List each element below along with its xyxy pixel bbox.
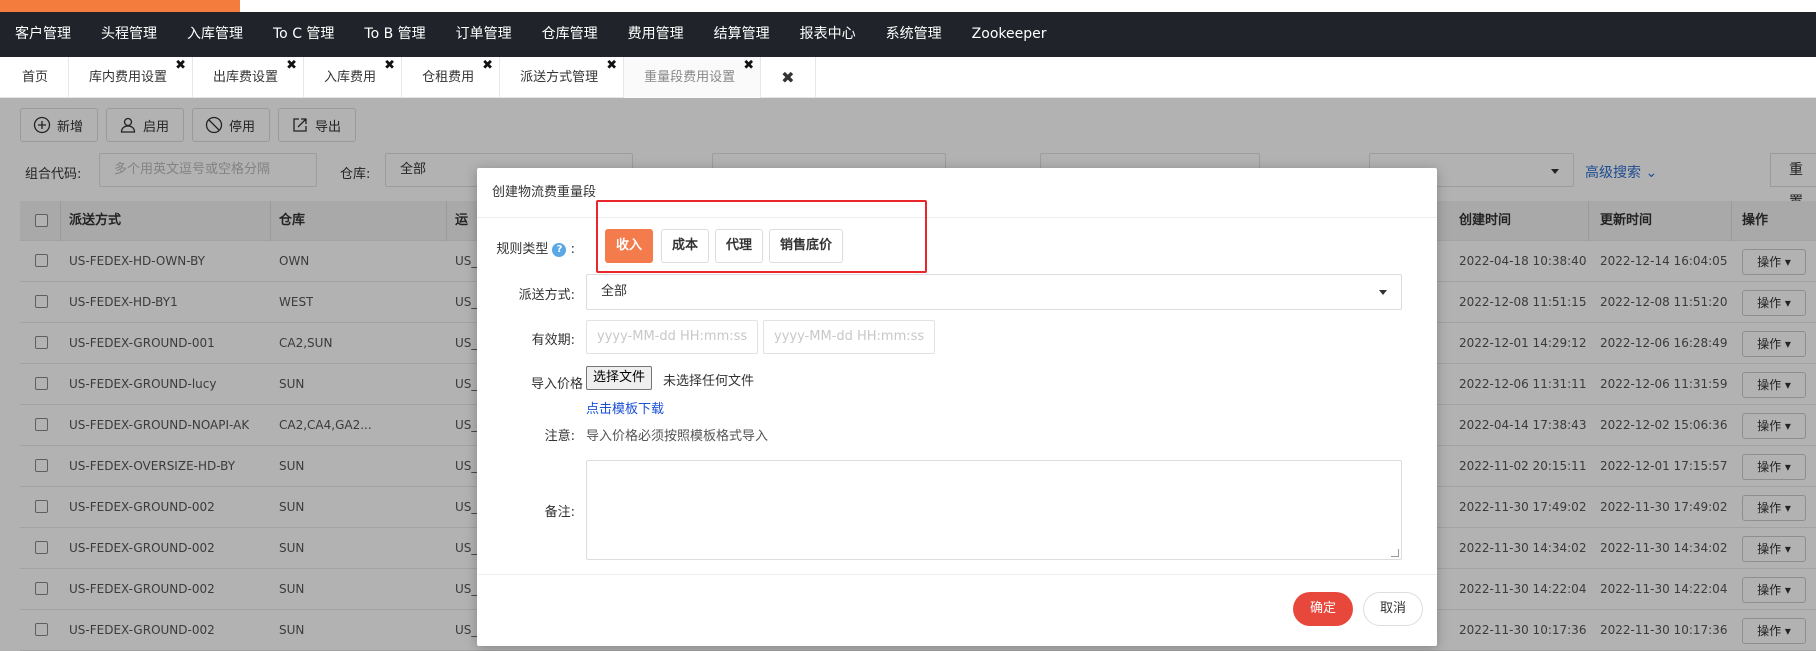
tab-weight-fee[interactable]: 重量段费用设置 ✖ [624, 57, 762, 98]
close-icon[interactable]: ✖ [482, 59, 493, 72]
confirm-button[interactable]: 确定 [1293, 592, 1353, 626]
delivery-label: 派送方式: [518, 288, 575, 303]
main-nav: 客户管理 头程管理 入库管理 To C 管理 To B 管理 订单管理 仓库管理… [0, 12, 1816, 57]
delivery-select[interactable]: 全部 [586, 274, 1402, 310]
remark-textarea[interactable] [586, 460, 1402, 560]
tab-storage-fee[interactable]: 库内费用设置 ✖ [69, 57, 194, 98]
remark-label: 备注: [544, 505, 575, 520]
tab-label: 派送方式管理 [520, 70, 599, 85]
dialog-divider [477, 574, 1437, 575]
rule-type-label: 规则类型 ? : [496, 242, 575, 257]
nav-orders[interactable]: 订单管理 [441, 12, 527, 57]
close-icon[interactable]: ✖ [286, 59, 297, 72]
nav-system[interactable]: 系统管理 [871, 12, 957, 57]
resize-handle-icon[interactable] [1391, 549, 1399, 557]
nav-warehouse[interactable]: 仓库管理 [527, 12, 613, 57]
validity-label: 有效期: [531, 333, 575, 348]
chevron-down-icon [1379, 290, 1387, 295]
tab-label: 仓租费用 [422, 70, 475, 85]
rule-agent-button[interactable]: 代理 [715, 229, 764, 263]
tab-label: 重量段费用设置 [644, 70, 736, 85]
cancel-button[interactable]: 取消 [1363, 592, 1423, 626]
tab-label: 入库费用 [324, 70, 377, 85]
nav-reports[interactable]: 报表中心 [785, 12, 871, 57]
delivery-value: 全部 [601, 284, 628, 299]
tab-label: 出库费设置 [213, 70, 279, 85]
tab-inbound-fee[interactable]: 入库费用 ✖ [304, 57, 403, 98]
rule-min-price-button[interactable]: 销售底价 [769, 229, 844, 263]
tab-label: 库内费用设置 [89, 70, 168, 85]
nav-customer[interactable]: 客户管理 [0, 12, 86, 57]
rule-income-button[interactable]: 收入 [605, 229, 654, 263]
tab-bar: 首页 库内费用设置 ✖ 出库费设置 ✖ 入库费用 ✖ 仓租费用 ✖ 派送方式管理 ✖ 重量… [0, 57, 1816, 98]
start-date-input[interactable]: yyyy-MM-dd HH:mm:ss [586, 320, 758, 354]
import-label: 导入价格 [530, 377, 583, 392]
close-icon[interactable]: ✖ [743, 59, 754, 72]
note-label: 注意: [544, 429, 575, 444]
nav-tob[interactable]: To B 管理 [349, 12, 440, 57]
tab-delivery-method[interactable]: 派送方式管理 ✖ [500, 57, 625, 98]
file-status: 未选择任何文件 [663, 374, 755, 389]
nav-settlement[interactable]: 结算管理 [699, 12, 785, 57]
nav-inbound[interactable]: 入库管理 [172, 12, 258, 57]
tab-rent-fee[interactable]: 仓租费用 ✖ [402, 57, 501, 98]
tab-home[interactable]: 首页 [2, 57, 70, 98]
close-all-tabs-button[interactable]: ✖ [761, 57, 816, 98]
note-text: 导入价格必须按照模板格式导入 [586, 429, 769, 444]
close-icon[interactable]: ✖ [175, 59, 186, 72]
dialog-title: 创建物流费重量段 [477, 168, 1437, 218]
end-date-input[interactable]: yyyy-MM-dd HH:mm:ss [763, 320, 935, 354]
nav-toc[interactable]: To C 管理 [258, 12, 349, 57]
help-icon[interactable]: ? [552, 242, 567, 257]
choose-file-button[interactable]: 选择文件 [586, 366, 653, 390]
tab-label: 首页 [22, 70, 49, 85]
nav-firstleg[interactable]: 头程管理 [86, 12, 172, 57]
nav-fees[interactable]: 费用管理 [613, 12, 699, 57]
rule-cost-button[interactable]: 成本 [661, 229, 710, 263]
top-strip [0, 0, 1816, 12]
nav-zookeeper[interactable]: Zookeeper [957, 12, 1062, 57]
close-icon[interactable]: ✖ [606, 59, 617, 72]
template-download-link[interactable]: 点击模板下载 [586, 398, 664, 417]
brand-strip [0, 0, 240, 12]
close-icon[interactable]: ✖ [384, 59, 395, 72]
create-weight-fee-dialog: 创建物流费重量段 规则类型 ? : 收入 成本 代理 销售底价 派送方式: 全部… [477, 168, 1437, 646]
tab-outbound-fee[interactable]: 出库费设置 ✖ [193, 57, 305, 98]
